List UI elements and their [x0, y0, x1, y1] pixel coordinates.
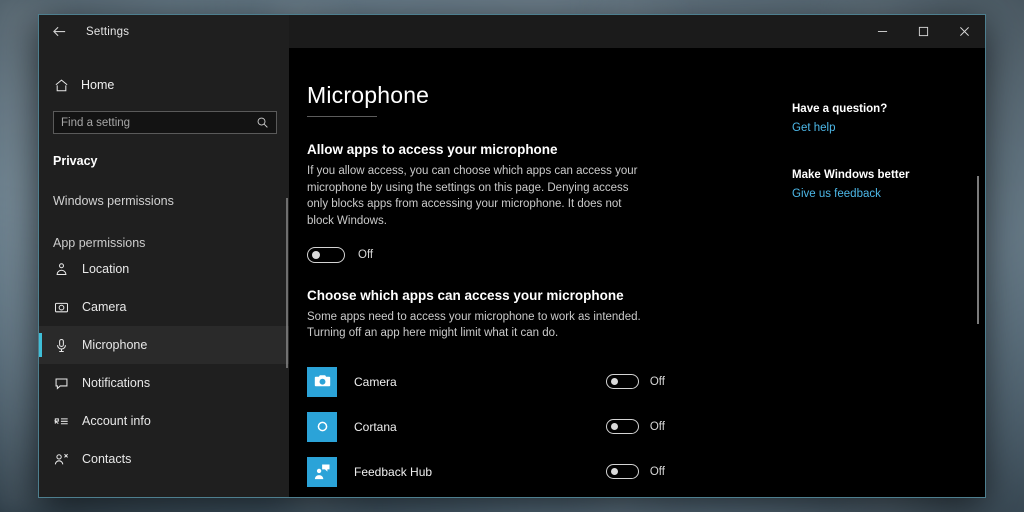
sidebar-item-camera[interactable]: Camera [39, 288, 289, 326]
maximize-button[interactable] [903, 15, 944, 48]
sidebar-item-notifications[interactable]: Notifications [39, 364, 289, 402]
sidebar-item-microphone[interactable]: Microphone [39, 326, 289, 364]
sidebar-item-windows-permissions[interactable]: Windows permissions [39, 194, 289, 208]
main-scrollbar[interactable] [977, 176, 979, 324]
allow-access-heading: Allow apps to access your microphone [307, 142, 558, 157]
app-toggle[interactable] [605, 464, 639, 480]
get-help-link[interactable]: Get help [792, 122, 985, 134]
app-name: Cortana [354, 419, 397, 434]
choose-apps-heading: Choose which apps can access your microp… [307, 287, 624, 303]
allow-access-description: If you allow access, you can choose whic… [307, 165, 638, 228]
app-toggle-wrap: Off [605, 464, 665, 480]
feedback-hub-app-icon [307, 456, 337, 487]
search-icon [257, 117, 268, 128]
sidebar-group-app-permissions: App permissions [53, 236, 146, 250]
sidebar-item-label: Camera [82, 300, 127, 314]
search-input[interactable] [61, 116, 256, 129]
sidebar-item-label: Location [82, 262, 130, 276]
notification-icon [53, 376, 70, 391]
contacts-icon [53, 452, 70, 467]
sidebar-category-title: Privacy [53, 154, 98, 168]
app-name: Feedback Hub [354, 464, 433, 479]
close-icon [960, 27, 969, 36]
home-icon [53, 78, 70, 93]
window-title: Settings [86, 25, 130, 38]
allow-access-section: Allow apps to access your microphone If … [307, 142, 647, 263]
back-button[interactable] [39, 15, 79, 48]
search-container [53, 111, 277, 134]
app-toggle-state: Off [649, 420, 665, 433]
back-arrow-icon [52, 26, 65, 37]
camera-icon [53, 300, 70, 315]
app-toggle[interactable] [605, 419, 639, 435]
help-question-heading: Have a question? [792, 103, 888, 115]
toggle-knob [610, 378, 618, 386]
minimize-button[interactable] [862, 15, 903, 48]
window-controls [862, 15, 985, 48]
list-item[interactable]: Camera Off [307, 359, 665, 404]
camera-app-icon [307, 366, 337, 397]
account-info-icon [53, 414, 70, 429]
search-box[interactable] [53, 111, 277, 134]
choose-apps-section: Choose which apps can access your microp… [307, 288, 647, 342]
help-panel: Have a question? Get help Make Windows b… [770, 48, 985, 497]
page-title-underline [307, 116, 377, 117]
app-toggle-state: Off [649, 465, 665, 478]
page-title: Microphone [307, 82, 430, 108]
toggle-knob [312, 250, 320, 259]
sidebar-item-account-info[interactable]: Account info [39, 402, 289, 440]
help-panel-spacer [792, 134, 985, 169]
cortana-app-icon [307, 411, 337, 442]
title-bar: Settings [39, 15, 985, 48]
sidebar-item-label: Contacts [82, 452, 132, 466]
sidebar-item-label: Notifications [82, 376, 151, 390]
toggle-knob [610, 423, 618, 431]
location-icon [53, 262, 70, 277]
sidebar-scrollbar[interactable] [286, 198, 288, 368]
list-item[interactable]: Cortana Off [307, 404, 665, 449]
app-name: Camera [354, 374, 397, 389]
sidebar-item-home[interactable]: Home [39, 68, 289, 102]
app-toggle-wrap: Off [605, 419, 665, 435]
allow-access-toggle-row: Off [307, 246, 647, 263]
home-label: Home [81, 78, 115, 92]
sidebar: Home Privacy Windows permissions App per… [39, 48, 289, 497]
app-toggle[interactable] [605, 374, 639, 390]
sidebar-item-label: Microphone [82, 338, 148, 352]
list-item[interactable]: Feedback Hub Off [307, 449, 665, 494]
allow-access-toggle-state: Off [358, 248, 374, 261]
settings-window: Settings Home Find a setting Privacy Win… [38, 14, 986, 498]
sidebar-item-label: Account info [82, 414, 151, 428]
minimize-icon [877, 31, 888, 32]
make-windows-better-heading: Make Windows better [792, 169, 910, 181]
close-button[interactable] [944, 15, 985, 48]
sidebar-item-location[interactable]: Location [39, 250, 289, 288]
main-content: Microphone Allow apps to access your mic… [289, 48, 985, 497]
maximize-icon [918, 26, 929, 37]
window-body: Home Privacy Windows permissions App per… [39, 48, 985, 497]
give-feedback-link[interactable]: Give us feedback [792, 188, 985, 200]
app-toggle-wrap: Off [605, 374, 665, 390]
sidebar-item-contacts[interactable]: Contacts [39, 440, 289, 478]
app-toggle-state: Off [649, 375, 665, 388]
microphone-icon [53, 338, 70, 353]
allow-access-toggle[interactable] [307, 246, 345, 263]
toggle-knob [610, 468, 618, 476]
choose-apps-description: Some apps need to access your microphone… [307, 310, 641, 340]
